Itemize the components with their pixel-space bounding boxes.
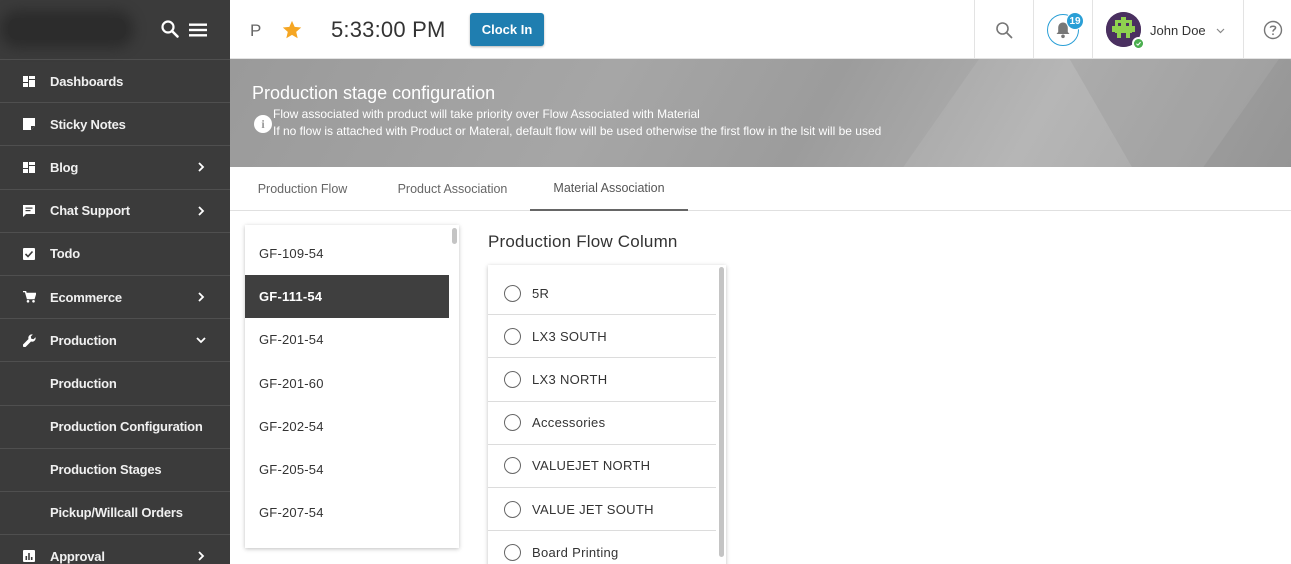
dashboard-icon bbox=[22, 74, 36, 88]
sidebar-item-todo[interactable]: Todo bbox=[0, 231, 230, 275]
material-list: GF-109-54 GF-111-54 GF-201-54 GF-201-60 … bbox=[245, 225, 459, 548]
tab-material-association[interactable]: Material Association bbox=[530, 167, 688, 211]
radio-label: Board Printing bbox=[532, 544, 619, 560]
info-icon: i bbox=[254, 115, 272, 133]
sidebar-item-label: Approval bbox=[50, 548, 105, 564]
brand-logo bbox=[8, 18, 126, 40]
cart-icon bbox=[22, 290, 36, 304]
sidebar: Dashboards Sticky Notes Blog Chat Suppor… bbox=[0, 0, 230, 564]
radio-button[interactable] bbox=[504, 327, 521, 345]
user-name[interactable]: John Doe bbox=[1150, 23, 1206, 38]
radio-button[interactable] bbox=[504, 370, 521, 388]
radio-label: 5R bbox=[532, 285, 550, 301]
clock-time: 5:33:00 PM bbox=[331, 17, 446, 42]
sidebar-subitem-pickup-willcall-orders[interactable]: Pickup/Willcall Orders bbox=[0, 490, 230, 535]
list-item[interactable]: GF-207-54 bbox=[245, 491, 449, 534]
chevron-down-icon[interactable] bbox=[1216, 26, 1225, 35]
sidebar-item-label: Production Stages bbox=[50, 462, 162, 478]
sidebar-item-dashboards[interactable]: Dashboards bbox=[0, 59, 230, 102]
radio-button[interactable] bbox=[504, 414, 521, 432]
sticky-note-icon bbox=[22, 117, 36, 131]
sidebar-item-label: Ecommerce bbox=[50, 289, 122, 305]
sidebar-item-blog[interactable]: Blog bbox=[0, 145, 230, 188]
radio-button[interactable] bbox=[504, 543, 521, 561]
search-icon[interactable] bbox=[160, 19, 180, 39]
sidebar-item-production[interactable]: Production bbox=[0, 318, 230, 361]
banner-info-line-1: Flow associated with product will take p… bbox=[273, 107, 700, 121]
sidebar-header bbox=[0, 0, 230, 59]
radio-option-valuejet-north[interactable]: VALUEJET NORTH bbox=[488, 445, 716, 488]
list-item[interactable]: GF-109-54 bbox=[245, 232, 449, 275]
radio-button[interactable] bbox=[504, 457, 521, 475]
star-icon[interactable] bbox=[281, 19, 303, 41]
banner-info-line-2: If no flow is attached with Product or M… bbox=[273, 124, 882, 138]
clock-in-button[interactable]: Clock In bbox=[470, 13, 544, 46]
chat-icon bbox=[22, 204, 36, 218]
list-item-selected[interactable]: GF-111-54 bbox=[245, 275, 449, 319]
chevron-right-icon bbox=[198, 551, 205, 561]
notification-count-badge: 19 bbox=[1066, 12, 1084, 30]
page-title: Production stage configuration bbox=[252, 83, 496, 103]
sidebar-item-label: Sticky Notes bbox=[50, 116, 126, 132]
list-item[interactable]: GF-202-54 bbox=[245, 405, 449, 448]
sidebar-item-ecommerce[interactable]: Ecommerce bbox=[0, 274, 230, 318]
list-item[interactable]: GF-205-54 bbox=[245, 448, 449, 491]
sidebar-subitem-production-configuration[interactable]: Production Configuration bbox=[0, 404, 230, 448]
sidebar-item-label: Pickup/Willcall Orders bbox=[50, 505, 183, 521]
sidebar-item-label: Production Configuration bbox=[50, 419, 203, 435]
list-item[interactable]: GF-201-60 bbox=[245, 362, 449, 405]
dashboard-icon bbox=[22, 160, 36, 174]
radio-option-value-jet-south[interactable]: VALUE JET SOUTH bbox=[488, 488, 716, 532]
radio-option-board-printing[interactable]: Board Printing bbox=[488, 531, 716, 564]
tab-product-association[interactable]: Product Association bbox=[380, 167, 525, 210]
online-status-icon bbox=[1132, 37, 1145, 50]
sidebar-item-label: Production bbox=[50, 375, 117, 391]
flow-radio-list: 5R LX3 SOUTH LX3 NORTH Accessories VALUE… bbox=[488, 265, 726, 564]
radio-label: VALUEJET NORTH bbox=[532, 458, 651, 474]
wrench-icon bbox=[22, 333, 36, 347]
radio-label: LX3 NORTH bbox=[532, 371, 608, 387]
chart-icon bbox=[22, 549, 36, 563]
sidebar-subitem-production[interactable]: Production bbox=[0, 361, 230, 405]
sidebar-item-label: Production bbox=[50, 332, 117, 348]
sidebar-item-approval[interactable]: Approval bbox=[0, 534, 230, 564]
sidebar-item-label: Dashboards bbox=[50, 73, 124, 89]
checkbox-icon bbox=[22, 247, 36, 261]
divider bbox=[1092, 0, 1093, 59]
radio-label: LX3 SOUTH bbox=[532, 328, 607, 344]
radio-label: VALUE JET SOUTH bbox=[532, 501, 654, 517]
radio-option-5r[interactable]: 5R bbox=[488, 272, 716, 316]
hamburger-menu-icon[interactable] bbox=[188, 20, 208, 40]
tab-production-flow[interactable]: Production Flow bbox=[244, 167, 361, 210]
page-header-banner: Production stage configuration i Flow as… bbox=[230, 59, 1291, 167]
radio-button[interactable] bbox=[504, 500, 521, 518]
divider bbox=[1033, 0, 1034, 59]
sidebar-item-label: Chat Support bbox=[50, 203, 130, 219]
help-icon[interactable] bbox=[1263, 20, 1283, 40]
tab-bar: Production Flow Product Association Mate… bbox=[230, 167, 1291, 211]
sidebar-item-sticky-notes[interactable]: Sticky Notes bbox=[0, 102, 230, 145]
radio-button[interactable] bbox=[504, 284, 521, 302]
divider bbox=[1243, 0, 1244, 59]
radio-label: Accessories bbox=[532, 415, 606, 431]
chevron-down-icon bbox=[196, 337, 206, 344]
sidebar-item-label: Blog bbox=[50, 159, 79, 175]
chevron-right-icon bbox=[198, 292, 205, 302]
search-icon[interactable] bbox=[995, 21, 1013, 39]
radio-option-lx3-north[interactable]: LX3 NORTH bbox=[488, 358, 716, 402]
chevron-right-icon bbox=[198, 162, 205, 173]
top-bar: P 5:33:00 PM Clock In 19 John Doe bbox=[230, 0, 1291, 59]
list-item[interactable]: GF-201-54 bbox=[245, 318, 449, 361]
radio-option-lx3-south[interactable]: LX3 SOUTH bbox=[488, 315, 716, 359]
column-title: Production Flow Column bbox=[488, 232, 678, 251]
sidebar-item-label: Todo bbox=[50, 246, 80, 262]
divider bbox=[974, 0, 975, 59]
workspace-initial[interactable]: P bbox=[250, 21, 261, 41]
chevron-right-icon bbox=[198, 206, 205, 216]
scrollbar[interactable] bbox=[452, 228, 457, 244]
radio-option-accessories[interactable]: Accessories bbox=[488, 402, 716, 445]
sidebar-subitem-production-stages[interactable]: Production Stages bbox=[0, 447, 230, 491]
sidebar-item-chat-support[interactable]: Chat Support bbox=[0, 188, 230, 232]
scrollbar[interactable] bbox=[719, 267, 724, 557]
